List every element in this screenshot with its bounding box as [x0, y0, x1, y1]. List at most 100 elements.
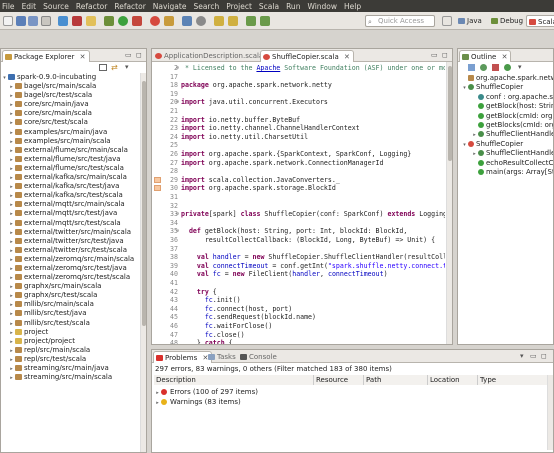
- menu-scala[interactable]: Scala: [259, 2, 279, 11]
- previous-annotation-icon[interactable]: [228, 16, 238, 26]
- perspective-java[interactable]: Java: [456, 15, 485, 27]
- tab-package-explorer[interactable]: Package Explorer ✕: [2, 50, 90, 62]
- menu-file[interactable]: File: [2, 2, 15, 11]
- code-line[interactable]: 44 fc.connect(host, port): [152, 305, 445, 314]
- code-line[interactable]: 29 import scala.collection.JavaConverters…: [152, 176, 445, 185]
- tab-shuffle-copier[interactable]: ShuffleCopier.scala ✕: [260, 50, 354, 62]
- outline-item[interactable]: ▸ ShuffleClientHandler: [458, 149, 553, 158]
- package-tree-item[interactable]: ▸ mllib/src/test/java: [1, 309, 140, 318]
- code-line[interactable]: 32: [152, 202, 445, 211]
- package-tree-item[interactable]: ▸ project/project: [1, 337, 140, 346]
- package-tree-item[interactable]: ▸ external/flume/src/test/scala: [1, 164, 140, 173]
- new-package-icon[interactable]: [164, 16, 174, 26]
- code-line[interactable]: 33 ⊖ private[spark] class ShuffleCopier(co…: [152, 210, 445, 219]
- tab-problems[interactable]: Problems ✕: [153, 351, 213, 363]
- forward-icon[interactable]: [260, 16, 270, 26]
- package-tree-item[interactable]: ▸ external/mqtt/src/test/java: [1, 209, 140, 218]
- code-line[interactable]: 34: [152, 219, 445, 228]
- package-tree-item[interactable]: ▸ external/kafka/src/test/java: [1, 182, 140, 191]
- code-line[interactable]: 20 ⊖ import java.util.concurrent.Executors: [152, 98, 445, 107]
- column-path[interactable]: Path: [364, 375, 428, 385]
- errors-row[interactable]: ▸ Errors (100 of 297 items): [154, 387, 258, 397]
- new-file-icon[interactable]: [3, 16, 13, 26]
- column-resource[interactable]: Resource: [314, 375, 364, 385]
- fold-toggle-icon[interactable]: ⊖: [176, 210, 179, 219]
- print-icon[interactable]: [41, 16, 51, 26]
- maximize-icon[interactable]: ◻: [442, 51, 448, 59]
- package-tree-item[interactable]: ▸ mllib/src/test/scala: [1, 319, 140, 328]
- error-marker-icon[interactable]: [154, 185, 161, 192]
- menu-help[interactable]: Help: [344, 2, 361, 11]
- view-menu-icon[interactable]: ▾: [125, 63, 129, 71]
- package-tree-item[interactable]: ▸ examples/src/main/scala: [1, 137, 140, 146]
- menu-run[interactable]: Run: [286, 2, 300, 11]
- package-tree-item[interactable]: ▸ external/twitter/src/test/scala: [1, 246, 140, 255]
- menu-refactor-2[interactable]: Refactor: [114, 2, 145, 11]
- code-line[interactable]: 25: [152, 141, 445, 150]
- fold-toggle-icon[interactable]: ⊕: [176, 64, 179, 73]
- code-line[interactable]: 38 val handler = new ShuffleCopier.Shuff…: [152, 253, 445, 262]
- code-editor[interactable]: 2 ⊕ * Licensed to the Apache Software Fou…: [152, 62, 445, 344]
- problems-scrollbar[interactable]: [547, 375, 553, 450]
- code-line[interactable]: 41: [152, 279, 445, 288]
- code-line[interactable]: 47 fc.close(): [152, 331, 445, 340]
- tab-outline[interactable]: Outline ✕: [459, 50, 512, 62]
- package-tree-item[interactable]: ▸ repl/src/main/scala: [1, 346, 140, 355]
- run-icon[interactable]: [118, 16, 128, 26]
- package-tree-item[interactable]: ▸ external/twitter/src/main/scala: [1, 228, 140, 237]
- open-type-icon[interactable]: [182, 16, 192, 26]
- tab-application-description[interactable]: ApplicationDescription.scala: [153, 50, 266, 62]
- skip-breakpoints-icon[interactable]: [58, 16, 68, 26]
- hide-fields-icon[interactable]: [480, 64, 487, 71]
- menu-refactor[interactable]: Refactor: [76, 2, 107, 11]
- package-tree-item[interactable]: ▸ repl/src/test/scala: [1, 355, 140, 364]
- menu-project[interactable]: Project: [226, 2, 252, 11]
- code-line[interactable]: 40 val fc = new FileClient(handler, conn…: [152, 270, 445, 279]
- code-line[interactable]: 27 import org.apache.spark.network.Connec…: [152, 159, 445, 168]
- scrollbar-thumb[interactable]: [142, 81, 146, 326]
- package-tree-item[interactable]: ▸ external/flume/src/test/java: [1, 155, 140, 164]
- code-line[interactable]: 24 import io.netty.util.CharsetUtil: [152, 133, 445, 142]
- next-annotation-icon[interactable]: [214, 16, 224, 26]
- scrollbar-thumb[interactable]: [448, 66, 452, 161]
- code-line[interactable]: 31: [152, 193, 445, 202]
- outline-item[interactable]: ▸ ShuffleClientHandler: [458, 130, 553, 139]
- column-description[interactable]: Description: [154, 375, 314, 385]
- view-menu-icon[interactable]: ▾: [518, 63, 522, 71]
- maximize-icon[interactable]: ◻: [136, 51, 142, 59]
- save-icon[interactable]: [16, 16, 26, 26]
- error-marker-icon[interactable]: [154, 176, 161, 183]
- code-line[interactable]: 26 import org.apache.spark.{SparkContext,…: [152, 150, 445, 159]
- menu-search[interactable]: Search: [193, 2, 219, 11]
- minimize-icon[interactable]: ▭: [530, 352, 537, 360]
- code-line[interactable]: 17: [152, 73, 445, 82]
- tab-console[interactable]: Console: [238, 351, 280, 363]
- save-all-icon[interactable]: [28, 16, 38, 26]
- minimize-icon[interactable]: ▭: [431, 51, 438, 59]
- outline-item[interactable]: getBlock(cmId: org.apa: [458, 112, 553, 121]
- code-line[interactable]: 46 fc.waitForClose(): [152, 322, 445, 331]
- fold-toggle-icon[interactable]: ⊖: [176, 227, 179, 236]
- hide-static-icon[interactable]: [492, 64, 499, 71]
- tab-tasks[interactable]: Tasks: [206, 351, 239, 363]
- collapse-all-icon[interactable]: [99, 64, 107, 71]
- menu-edit[interactable]: Edit: [22, 2, 37, 11]
- column-type[interactable]: Type: [478, 375, 548, 385]
- warnings-row[interactable]: ▸ Warnings (83 items): [154, 397, 240, 407]
- sort-icon[interactable]: [468, 64, 475, 71]
- code-line[interactable]: 36 resultCollectCallback: (BlockId, Long…: [152, 236, 445, 245]
- code-line[interactable]: 39 val connectTimeout = conf.getInt("spa…: [152, 262, 445, 271]
- code-line[interactable]: 48 } catch {: [152, 339, 445, 344]
- editor-scrollbar[interactable]: [446, 62, 452, 344]
- outline-item[interactable]: getBlock(host: String, p: [458, 102, 553, 111]
- package-tree-item[interactable]: ▸ streaming/src/main/java: [1, 364, 140, 373]
- code-line[interactable]: 37: [152, 245, 445, 254]
- perspective-debug[interactable]: Debug: [489, 15, 526, 27]
- perspective-scala[interactable]: Scala: [526, 15, 554, 27]
- package-tree-item[interactable]: ▸ graphx/src/test/scala: [1, 291, 140, 300]
- package-tree-item[interactable]: ▸ external/kafka/src/main/scala: [1, 173, 140, 182]
- code-line[interactable]: 19: [152, 90, 445, 99]
- code-line[interactable]: 18 package org.apache.spark.network.netty: [152, 81, 445, 90]
- package-tree-item[interactable]: ▸ external/mqtt/src/test/scala: [1, 219, 140, 228]
- package-tree-item[interactable]: ▸ external/flume/src/main/scala: [1, 146, 140, 155]
